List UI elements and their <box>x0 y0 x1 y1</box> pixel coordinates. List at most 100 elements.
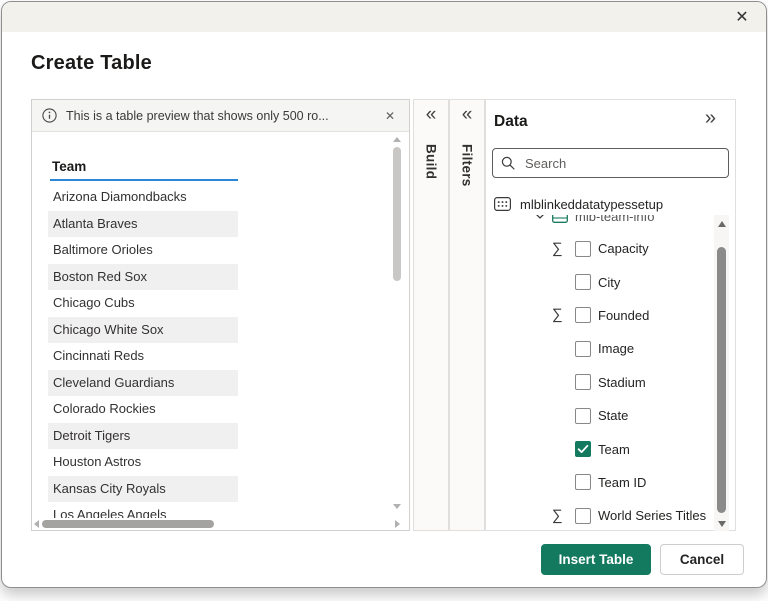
filters-panel-collapsed[interactable]: « Filters <box>449 99 485 531</box>
row-text: Chicago Cubs <box>53 295 135 310</box>
data-panel: Data » <box>485 99 736 531</box>
field-label: Image <box>598 341 634 356</box>
search-input[interactable] <box>523 155 720 172</box>
row-text: Houston Astros <box>53 454 141 469</box>
row-text: Chicago White Sox <box>53 322 164 337</box>
horizontal-scroll-thumb[interactable] <box>42 520 214 528</box>
vertical-scroll-thumb[interactable] <box>393 147 401 281</box>
table-row: Chicago Cubs <box>48 290 238 317</box>
field-row[interactable]: ∑ Founded <box>486 299 735 332</box>
field-label: Team <box>598 442 630 457</box>
field-label: Capacity <box>598 241 649 256</box>
search-icon <box>501 156 515 170</box>
preview-horizontal-scrollbar[interactable] <box>34 519 400 529</box>
cancel-button[interactable]: Cancel <box>660 544 744 575</box>
field-label: Stadium <box>598 375 646 390</box>
chevron-double-right-icon[interactable]: » <box>699 106 722 131</box>
field-label: World Series Titles <box>598 508 706 523</box>
scroll-down-icon[interactable] <box>718 521 726 527</box>
table-row: Kansas City Royals <box>48 476 238 503</box>
column-header-underline <box>50 179 238 181</box>
build-panel-label: Build <box>424 144 439 179</box>
sigma-icon: ∑ <box>552 307 575 323</box>
field-scroll-thumb[interactable] <box>717 247 726 513</box>
field-row[interactable]: ∑ Capacity <box>486 232 735 265</box>
field-row[interactable]: ∑ World Series Titles <box>486 499 735 531</box>
close-icon[interactable]: ✕ <box>728 4 756 30</box>
row-text: Los Angeles Angels <box>53 507 166 518</box>
row-text: Kansas City Royals <box>53 481 166 496</box>
data-types-grid-icon <box>494 197 511 211</box>
field-checkbox[interactable] <box>575 474 591 490</box>
chevron-double-left-icon[interactable]: « <box>462 105 473 125</box>
search-box[interactable] <box>492 148 729 178</box>
table-row: Baltimore Orioles <box>48 237 238 264</box>
field-checkbox[interactable] <box>575 441 591 457</box>
scroll-down-icon[interactable] <box>393 504 401 509</box>
info-icon <box>42 108 57 123</box>
field-list-rows: ∑ Capacity City ∑ Founded Ima <box>486 232 735 531</box>
preview-info-banner: This is a table preview that shows only … <box>32 100 409 132</box>
field-checkbox[interactable] <box>575 241 591 257</box>
field-label: Founded <box>598 308 649 323</box>
scroll-up-icon[interactable] <box>718 221 726 227</box>
field-list-scrollbar[interactable] <box>714 215 729 531</box>
table-row: Colorado Rockies <box>48 396 238 423</box>
banner-close-icon[interactable]: ✕ <box>381 107 399 125</box>
preview-rows: Arizona Diamondbacks Atlanta Braves Baltim… <box>48 184 238 518</box>
field-row[interactable]: State <box>486 399 735 432</box>
table-row: Los Angeles Angels <box>48 502 238 518</box>
field-label: Team ID <box>598 475 646 490</box>
table-row: Cincinnati Reds <box>48 343 238 370</box>
filters-panel-label: Filters <box>460 144 475 187</box>
scroll-right-icon[interactable] <box>395 520 400 528</box>
row-text: Atlanta Braves <box>53 216 138 231</box>
scroll-left-icon[interactable] <box>34 520 39 528</box>
page-title: Create Table <box>31 52 152 75</box>
table-preview-panel: This is a table preview that shows only … <box>31 99 410 531</box>
workbook-label: mlblinkeddatatypessetup <box>520 197 663 212</box>
scroll-up-icon[interactable] <box>393 137 401 142</box>
sigma-icon: ∑ <box>552 241 575 257</box>
chevron-double-left-icon[interactable]: « <box>426 105 437 125</box>
field-row[interactable]: Image <box>486 332 735 365</box>
row-text: Arizona Diamondbacks <box>53 189 187 204</box>
field-label: City <box>598 275 620 290</box>
field-checkbox[interactable] <box>575 408 591 424</box>
row-text: Cleveland Guardians <box>53 375 174 390</box>
build-panel-collapsed[interactable]: « Build <box>413 99 449 531</box>
preview-vertical-scrollbar[interactable] <box>391 133 403 511</box>
table-row: Houston Astros <box>48 449 238 476</box>
field-checkbox[interactable] <box>575 341 591 357</box>
field-row[interactable]: Team ID <box>486 466 735 499</box>
table-row: Atlanta Braves <box>48 211 238 238</box>
sigma-icon: ∑ <box>552 508 575 524</box>
table-row: Arizona Diamondbacks <box>48 184 238 211</box>
field-row[interactable]: Team <box>486 432 735 465</box>
row-text: Colorado Rockies <box>53 401 156 416</box>
banner-text: This is a table preview that shows only … <box>66 109 372 123</box>
column-header-team: Team <box>52 159 86 174</box>
create-table-dialog: ✕ Create Table This is a table preview t… <box>1 1 767 588</box>
chevron-down-icon <box>535 215 545 219</box>
field-checkbox[interactable] <box>575 307 591 323</box>
table-row: Cleveland Guardians <box>48 370 238 397</box>
field-checkbox[interactable] <box>575 508 591 524</box>
field-label: State <box>598 408 628 423</box>
row-text: Boston Red Sox <box>53 269 147 284</box>
row-text: Baltimore Orioles <box>53 242 153 257</box>
insert-table-button[interactable]: Insert Table <box>541 544 651 575</box>
row-text: Detroit Tigers <box>53 428 130 443</box>
data-panel-title: Data <box>494 113 528 131</box>
dialog-titlebar: ✕ <box>2 2 766 32</box>
field-checkbox[interactable] <box>575 374 591 390</box>
field-row[interactable]: City <box>486 265 735 298</box>
field-checkbox[interactable] <box>575 274 591 290</box>
table-tree-item-clipped[interactable]: mlb-team-info <box>486 215 735 228</box>
workbook-tree-item[interactable]: mlblinkeddatatypessetup <box>494 192 663 216</box>
field-row[interactable]: Stadium <box>486 366 735 399</box>
table-icon <box>552 215 568 223</box>
table-row: Detroit Tigers <box>48 423 238 450</box>
table-row: Boston Red Sox <box>48 264 238 291</box>
field-list: mlb-team-info ∑ Capacity City ∑ Founded <box>486 215 735 531</box>
